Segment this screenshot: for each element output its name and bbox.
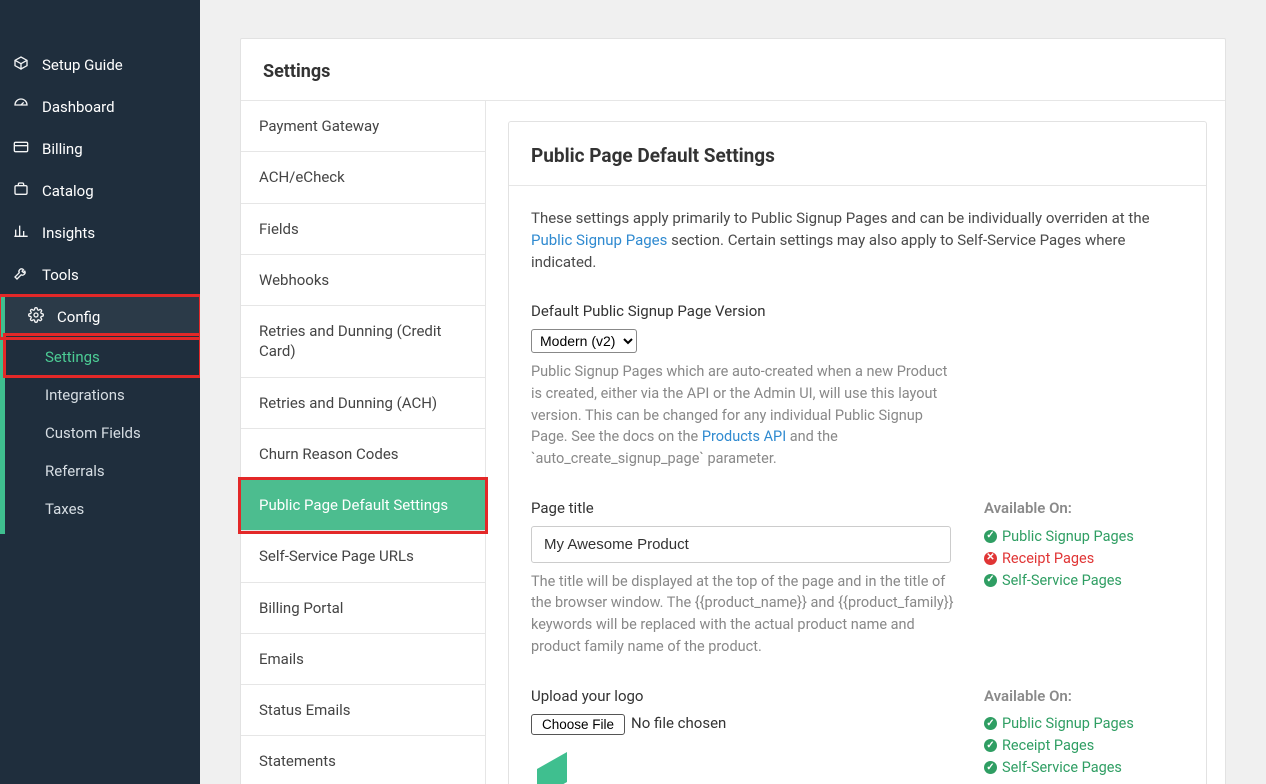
cube-icon bbox=[12, 55, 30, 75]
version-helper: Public Signup Pages which are auto-creat… bbox=[531, 361, 961, 470]
panel-title: Settings bbox=[241, 39, 1225, 101]
main-content: Settings Payment Gateway ACH/eCheck Fiel… bbox=[200, 0, 1266, 784]
logo-preview bbox=[531, 747, 964, 784]
check-circle-icon: ✓ bbox=[984, 530, 997, 543]
sidebar-label: Config bbox=[57, 308, 100, 326]
products-api-link[interactable]: Products API bbox=[702, 428, 786, 445]
sidebar-item-dashboard[interactable]: Dashboard bbox=[0, 86, 200, 128]
content-area: Public Page Default Settings These setti… bbox=[486, 101, 1225, 784]
page-title-helper: The title will be displayed at the top o… bbox=[531, 571, 961, 658]
available-on-title: Available On: bbox=[984, 498, 1184, 520]
avail-row: ✓ Receipt Pages bbox=[984, 735, 1184, 756]
sidebar-subgroup: Settings Integrations Custom Fields Refe… bbox=[0, 335, 200, 534]
gear-icon bbox=[27, 307, 45, 327]
logo-icon bbox=[531, 747, 573, 784]
wrench-icon bbox=[12, 265, 30, 285]
content-card: Public Page Default Settings These setti… bbox=[508, 121, 1207, 784]
page-title-label: Page title bbox=[531, 498, 964, 520]
sidebar-item-catalog[interactable]: Catalog bbox=[0, 170, 200, 212]
bar-chart-icon bbox=[12, 223, 30, 243]
avail-label: Public Signup Pages bbox=[1002, 526, 1134, 547]
avail-label: Receipt Pages bbox=[1002, 548, 1094, 569]
sidebar-label: Dashboard bbox=[42, 98, 115, 116]
sidebar-label: Tools bbox=[42, 266, 79, 284]
subnav-retries-cc[interactable]: Retries and Dunning (Credit Card) bbox=[241, 306, 485, 378]
sidebar-item-tools[interactable]: Tools bbox=[0, 254, 200, 296]
avail-label: Self-Service Pages bbox=[1002, 757, 1122, 778]
subnav-public-page-defaults[interactable]: Public Page Default Settings bbox=[241, 480, 485, 531]
subnav-ach-echeck[interactable]: ACH/eCheck bbox=[241, 152, 485, 203]
settings-subnav: Payment Gateway ACH/eCheck Fields Webhoo… bbox=[241, 101, 486, 784]
sidebar-item-insights[interactable]: Insights bbox=[0, 212, 200, 254]
sidebar-item-billing[interactable]: Billing bbox=[0, 128, 200, 170]
sidebar-sub-settings[interactable]: Settings bbox=[5, 335, 200, 376]
available-on-title: Available On: bbox=[984, 686, 1184, 708]
available-on-box: Available On: ✓ Public Signup Pages ✓ Re… bbox=[984, 686, 1184, 784]
avail-row: ✓ Public Signup Pages bbox=[984, 526, 1184, 547]
intro-text: These settings apply primarily to Public… bbox=[531, 209, 1150, 227]
subnav-retries-ach[interactable]: Retries and Dunning (ACH) bbox=[241, 378, 485, 429]
sidebar-sub-referrals[interactable]: Referrals bbox=[5, 452, 200, 490]
upload-logo-label: Upload your logo bbox=[531, 686, 964, 708]
subnav-webhooks[interactable]: Webhooks bbox=[241, 255, 485, 306]
subnav-fields[interactable]: Fields bbox=[241, 204, 485, 255]
check-circle-icon: ✓ bbox=[984, 761, 997, 774]
briefcase-icon bbox=[12, 181, 30, 201]
avail-row: ✓ Public Signup Pages bbox=[984, 713, 1184, 734]
avail-row: ✓ Self-Service Pages bbox=[984, 757, 1184, 778]
check-circle-icon: ✓ bbox=[984, 739, 997, 752]
available-on-box: Available On: ✓ Public Signup Pages ✕ Re… bbox=[984, 498, 1184, 658]
check-circle-icon: ✓ bbox=[984, 717, 997, 730]
subnav-payment-gateway[interactable]: Payment Gateway bbox=[241, 101, 485, 152]
content-card-title: Public Page Default Settings bbox=[509, 122, 1206, 186]
avail-row: ✓ Self-Service Pages bbox=[984, 570, 1184, 591]
avail-label: Self-Service Pages bbox=[1002, 570, 1122, 591]
sidebar-label: Setup Guide bbox=[42, 56, 123, 74]
avail-label: Public Signup Pages bbox=[1002, 713, 1134, 734]
subnav-billing-portal[interactable]: Billing Portal bbox=[241, 583, 485, 634]
no-file-text: No file chosen bbox=[631, 713, 726, 735]
sidebar: Setup Guide Dashboard Billing Catalog In… bbox=[0, 0, 200, 784]
page-title-input[interactable] bbox=[531, 526, 951, 563]
sidebar-sub-custom-fields[interactable]: Custom Fields bbox=[5, 414, 200, 452]
version-label: Default Public Signup Page Version bbox=[531, 301, 1184, 323]
intro-section: These settings apply primarily to Public… bbox=[531, 208, 1184, 273]
sidebar-label: Catalog bbox=[42, 182, 94, 200]
choose-file-button[interactable]: Choose File bbox=[531, 714, 625, 735]
gauge-icon bbox=[12, 97, 30, 117]
version-section: Default Public Signup Page Version Moder… bbox=[531, 301, 1184, 470]
subnav-status-emails[interactable]: Status Emails bbox=[241, 685, 485, 736]
check-circle-icon: ✓ bbox=[984, 574, 997, 587]
avail-label: Receipt Pages bbox=[1002, 735, 1094, 756]
settings-panel: Settings Payment Gateway ACH/eCheck Fiel… bbox=[240, 38, 1226, 784]
subnav-statements[interactable]: Statements bbox=[241, 736, 485, 784]
avail-row: ✕ Receipt Pages bbox=[984, 548, 1184, 569]
public-signup-pages-link[interactable]: Public Signup Pages bbox=[531, 231, 667, 249]
logo-section: Upload your logo Choose File No file cho… bbox=[531, 686, 1184, 784]
version-select[interactable]: Modern (v2) bbox=[531, 329, 637, 353]
subnav-emails[interactable]: Emails bbox=[241, 634, 485, 685]
sidebar-item-config[interactable]: Config bbox=[0, 296, 200, 338]
sidebar-label: Billing bbox=[42, 140, 83, 158]
x-circle-icon: ✕ bbox=[984, 552, 997, 565]
page-title-section: Page title The title will be displayed a… bbox=[531, 498, 1184, 658]
subnav-churn-codes[interactable]: Churn Reason Codes bbox=[241, 429, 485, 480]
subnav-self-service-urls[interactable]: Self-Service Page URLs bbox=[241, 531, 485, 582]
sidebar-label: Insights bbox=[42, 224, 95, 242]
sidebar-item-setup-guide[interactable]: Setup Guide bbox=[0, 44, 200, 86]
sidebar-sub-integrations[interactable]: Integrations bbox=[5, 376, 200, 414]
credit-card-icon bbox=[12, 139, 30, 159]
sidebar-sub-taxes[interactable]: Taxes bbox=[5, 490, 200, 528]
